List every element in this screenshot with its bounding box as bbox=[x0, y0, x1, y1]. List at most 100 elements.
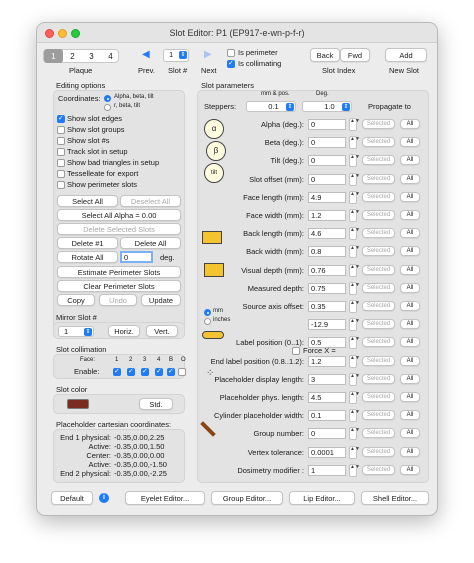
propagate-all-button[interactable]: All bbox=[400, 465, 420, 475]
propagate-selected-button[interactable]: Selected bbox=[362, 410, 395, 420]
propagate-all-button[interactable]: All bbox=[400, 428, 420, 438]
propagate-all-button[interactable]: All bbox=[400, 246, 420, 256]
param-input[interactable]: 0.35 bbox=[308, 301, 346, 312]
plaque-tab-2[interactable]: 2 bbox=[63, 49, 82, 63]
propagate-selected-button[interactable]: Selected bbox=[362, 192, 395, 202]
param-input[interactable]: 0.0001 bbox=[308, 447, 346, 458]
info-icon[interactable]: i bbox=[99, 493, 109, 503]
propagate-all-button[interactable]: All bbox=[400, 228, 420, 238]
mirror-slot-select[interactable]: 1 ⇕ bbox=[58, 326, 94, 337]
param-stepper[interactable]: ▲▼ bbox=[349, 154, 360, 167]
unit-inches-radio[interactable] bbox=[204, 318, 211, 325]
plaque-tab-4[interactable]: 4 bbox=[101, 49, 120, 63]
propagate-all-button[interactable]: All bbox=[400, 410, 420, 420]
propagate-selected-button[interactable]: Selected bbox=[362, 428, 395, 438]
select-all-alpha-button[interactable]: Select All Alpha = 0.00 bbox=[57, 209, 181, 221]
param-input[interactable]: 0 bbox=[308, 174, 346, 185]
param-stepper[interactable]: ▲▼ bbox=[349, 245, 360, 258]
propagate-selected-button[interactable]: Selected bbox=[362, 356, 395, 366]
param-stepper[interactable]: ▲▼ bbox=[349, 173, 360, 186]
param-stepper[interactable]: ▲▼ bbox=[349, 409, 360, 422]
prev-arrow-icon[interactable]: ◀ bbox=[142, 49, 150, 60]
param-input[interactable]: 0 bbox=[308, 137, 346, 148]
propagate-all-button[interactable]: All bbox=[400, 174, 420, 184]
lip-editor-button[interactable]: Lip Editor... bbox=[289, 491, 355, 505]
next-arrow-icon[interactable]: ▶ bbox=[204, 49, 212, 60]
propagate-selected-button[interactable]: Selected bbox=[362, 337, 395, 347]
group-editor-button[interactable]: Group Editor... bbox=[211, 491, 283, 505]
is-collimating-checkbox[interactable] bbox=[227, 59, 235, 68]
propagate-selected-button[interactable]: Selected bbox=[362, 119, 395, 129]
param-input[interactable]: 4.9 bbox=[308, 192, 346, 203]
propagate-all-button[interactable]: All bbox=[400, 392, 420, 402]
param-input[interactable]: 0.76 bbox=[308, 265, 346, 276]
param-stepper[interactable]: ▲▼ bbox=[349, 464, 360, 477]
param-stepper[interactable]: ▲▼ bbox=[349, 427, 360, 440]
propagate-selected-button[interactable]: Selected bbox=[362, 301, 395, 311]
show-perimeter-slots-checkbox[interactable] bbox=[57, 181, 65, 189]
param-input[interactable]: 0.75 bbox=[308, 283, 346, 294]
mirror-horiz-button[interactable]: Horiz. bbox=[108, 325, 140, 337]
tesselleate-checkbox[interactable] bbox=[57, 170, 65, 178]
param-stepper[interactable]: ▲▼ bbox=[349, 336, 360, 349]
param-input[interactable]: 1.2 bbox=[308, 356, 346, 367]
propagate-all-button[interactable]: All bbox=[400, 356, 420, 366]
propagate-all-button[interactable]: All bbox=[400, 210, 420, 220]
param-input[interactable]: 0.5 bbox=[308, 337, 346, 348]
propagate-selected-button[interactable]: Selected bbox=[362, 283, 395, 293]
clear-perimeter-button[interactable]: Clear Perimeter Slots bbox=[57, 280, 181, 292]
is-perimeter-checkbox[interactable] bbox=[227, 49, 235, 57]
param-stepper[interactable]: ▲▼ bbox=[349, 209, 360, 222]
propagate-selected-button[interactable]: Selected bbox=[362, 137, 395, 147]
param-stepper[interactable]: ▲▼ bbox=[349, 191, 360, 204]
propagate-all-button[interactable]: All bbox=[400, 301, 420, 311]
propagate-selected-button[interactable]: Selected bbox=[362, 392, 395, 402]
propagate-selected-button[interactable]: Selected bbox=[362, 210, 395, 220]
param-input[interactable]: -12.9 bbox=[308, 319, 346, 330]
param-input[interactable]: 1.2 bbox=[308, 210, 346, 221]
stepper-deg-select[interactable]: 1.0 ⇕ bbox=[302, 101, 352, 112]
shell-editor-button[interactable]: Shell Editor... bbox=[361, 491, 429, 505]
param-input[interactable]: 3 bbox=[308, 374, 346, 385]
copy-button[interactable]: Copy bbox=[57, 294, 95, 306]
force-x-checkbox[interactable] bbox=[292, 347, 300, 355]
propagate-selected-button[interactable]: Selected bbox=[362, 447, 395, 457]
propagate-all-button[interactable]: All bbox=[400, 119, 420, 129]
param-stepper[interactable]: ▲▼ bbox=[349, 136, 360, 149]
param-input[interactable]: 4.6 bbox=[308, 228, 346, 239]
param-stepper[interactable]: ▲▼ bbox=[349, 264, 360, 277]
collimation-face-1-checkbox[interactable] bbox=[113, 367, 121, 376]
propagate-all-button[interactable]: All bbox=[400, 265, 420, 275]
param-stepper[interactable]: ▲▼ bbox=[349, 227, 360, 240]
show-slot-edges-checkbox[interactable] bbox=[57, 114, 65, 123]
collimation-face-3-checkbox[interactable] bbox=[141, 367, 149, 376]
plaque-tab-1[interactable]: 1 bbox=[44, 49, 63, 63]
param-input[interactable]: 0 bbox=[308, 428, 346, 439]
back-button[interactable]: Back bbox=[310, 48, 340, 62]
propagate-selected-button[interactable]: Selected bbox=[362, 155, 395, 165]
delete-1-button[interactable]: Delete #1 bbox=[57, 237, 118, 249]
mirror-vert-button[interactable]: Vert. bbox=[146, 325, 178, 337]
eyelet-editor-button[interactable]: Eyelet Editor... bbox=[125, 491, 205, 505]
param-stepper[interactable]: ▲▼ bbox=[349, 282, 360, 295]
deselect-all-button[interactable]: Deselect All bbox=[120, 195, 181, 207]
propagate-selected-button[interactable]: Selected bbox=[362, 265, 395, 275]
standard-color-button[interactable]: Std. bbox=[139, 398, 173, 410]
fwd-button[interactable]: Fwd bbox=[340, 48, 370, 62]
propagate-selected-button[interactable]: Selected bbox=[362, 174, 395, 184]
collimation-face-4-checkbox[interactable] bbox=[155, 367, 163, 376]
plaque-tab-3[interactable]: 3 bbox=[82, 49, 101, 63]
param-input[interactable]: 4.5 bbox=[308, 392, 346, 403]
default-button[interactable]: Default bbox=[51, 491, 93, 505]
collimation-face-o-checkbox[interactable] bbox=[178, 368, 186, 376]
propagate-selected-button[interactable]: Selected bbox=[362, 465, 395, 475]
param-stepper[interactable]: ▲▼ bbox=[349, 446, 360, 459]
param-stepper[interactable]: ▲▼ bbox=[349, 300, 360, 313]
param-input[interactable]: 0 bbox=[308, 119, 346, 130]
rotate-all-button[interactable]: Rotate All bbox=[57, 251, 118, 263]
propagate-all-button[interactable]: All bbox=[400, 192, 420, 202]
add-slot-button[interactable]: Add bbox=[385, 48, 427, 62]
update-button[interactable]: Update bbox=[141, 294, 181, 306]
param-input[interactable]: 0 bbox=[308, 155, 346, 166]
stepper-mm-select[interactable]: 0.1 ⇕ bbox=[246, 101, 296, 112]
